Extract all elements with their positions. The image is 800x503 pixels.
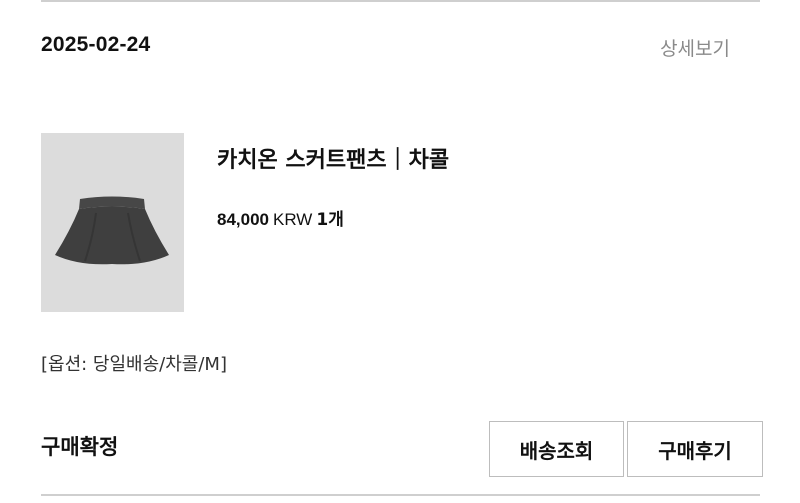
order-date: 2025-02-24	[41, 33, 151, 56]
skirt-product-photo	[41, 133, 184, 312]
track-delivery-button[interactable]: 배송조회	[489, 421, 624, 477]
bottom-divider	[41, 494, 760, 496]
product-quantity: 1개	[316, 210, 344, 230]
write-review-button[interactable]: 구매후기	[627, 421, 763, 477]
top-divider	[41, 0, 760, 2]
price-line: 84,000 KRW 1개	[217, 205, 344, 230]
view-details-link[interactable]: 상세보기	[660, 34, 730, 61]
product-option: [옵션: 당일배송/차콜/M]	[41, 354, 227, 375]
price-currency: KRW	[273, 210, 313, 229]
order-status: 구매확정	[41, 435, 119, 459]
product-name[interactable]: 카치온 스커트팬츠｜차콜	[217, 142, 449, 174]
product-price: 84,000	[217, 210, 269, 229]
product-thumbnail[interactable]	[41, 133, 184, 312]
